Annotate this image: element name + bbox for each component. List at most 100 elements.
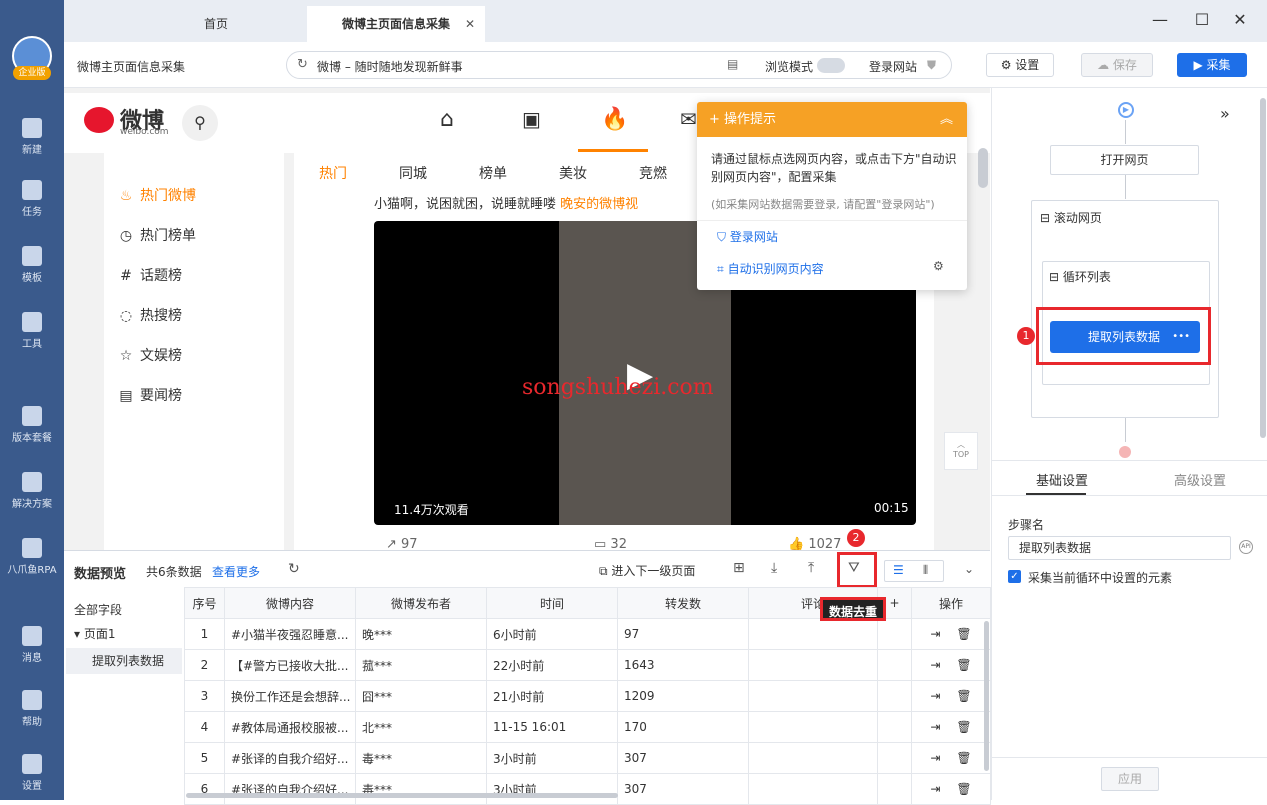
settings-button[interactable]: ⚙ 设置 bbox=[986, 53, 1054, 77]
hot-icon[interactable]: 🔥 bbox=[601, 107, 628, 132]
delete-icon[interactable]: 🗑 bbox=[956, 627, 971, 641]
tab-basic-settings[interactable]: 基础设置 bbox=[1036, 470, 1088, 489]
apply-button[interactable]: 应用 bbox=[1101, 767, 1159, 791]
next-level-button[interactable]: ⧉ 进入下一级页面 bbox=[599, 562, 695, 579]
hint-login-link[interactable]: ⛉ 登录网站 bbox=[717, 228, 778, 245]
close-icon[interactable]: ✕ bbox=[465, 6, 475, 42]
rail-item-rpa[interactable]: 八爪鱼RPA bbox=[0, 538, 64, 576]
rail-item-plans[interactable]: 版本套餐 bbox=[0, 406, 64, 444]
subtab-beauty[interactable]: 美妆 bbox=[559, 163, 587, 183]
collect-button[interactable]: ▶ 采集 bbox=[1177, 53, 1247, 77]
refresh-icon[interactable]: ↻ bbox=[297, 57, 308, 72]
open-link-icon[interactable]: ⇥ bbox=[930, 782, 940, 796]
tree-extract-step[interactable]: 提取列表数据 bbox=[66, 648, 182, 674]
comment-count[interactable]: ▭ 32 bbox=[594, 537, 627, 550]
subtab-hot[interactable]: 热门 bbox=[319, 163, 347, 183]
filter-dedupe-icon[interactable]: ⛛ bbox=[848, 560, 860, 576]
view-more-link[interactable]: 查看更多 bbox=[212, 563, 260, 580]
rail-item-help[interactable]: 帮助 bbox=[0, 690, 64, 728]
back-to-top-button[interactable]: ︿ TOP bbox=[944, 432, 978, 470]
tab-task[interactable]: 微博主页面信息采集 ✕ bbox=[307, 6, 485, 42]
repost-count[interactable]: ↗ 97 bbox=[386, 537, 418, 550]
rail-item-new[interactable]: 新建 bbox=[0, 118, 64, 156]
expand-panel-icon[interactable]: » bbox=[1220, 104, 1230, 123]
open-link-icon[interactable]: ⇥ bbox=[930, 751, 940, 765]
side-entertainment[interactable]: ☆ 文娱榜 bbox=[118, 345, 182, 365]
save-button[interactable]: ☁ 保存 bbox=[1081, 53, 1153, 77]
hint-auto-detect-link[interactable]: ⌗ 自动识别网页内容 bbox=[717, 260, 824, 277]
maximize-icon[interactable]: ☐ bbox=[1190, 8, 1214, 32]
add-field-icon[interactable]: ⊞ bbox=[733, 560, 745, 576]
open-link-icon[interactable]: ⇥ bbox=[930, 720, 940, 734]
page-scrollbar[interactable] bbox=[978, 148, 988, 188]
step-loop-list[interactable]: ⊟ 循环列表 bbox=[1049, 268, 1111, 285]
table-row[interactable]: 4 #教体局通报校服被... 北*** 11-15 16:01 170 ⇥ 🗑 bbox=[184, 711, 991, 743]
home-icon[interactable]: ⌂ bbox=[440, 107, 454, 132]
import-icon[interactable]: ⤓ bbox=[771, 560, 777, 576]
col-header-reposts[interactable]: 转发数 bbox=[617, 587, 749, 619]
open-link-icon[interactable]: ⇥ bbox=[930, 627, 940, 641]
side-news[interactable]: ▤ 要闻榜 bbox=[118, 385, 182, 405]
step-scroll-page[interactable]: ⊟ 滚动网页 bbox=[1040, 209, 1102, 226]
side-topic[interactable]: # 话题榜 bbox=[118, 265, 182, 285]
tree-all-fields[interactable]: 全部字段 bbox=[74, 601, 122, 618]
tree-page1[interactable]: ▾ 页面1 bbox=[74, 625, 115, 642]
side-hot-list[interactable]: ◷ 热门榜单 bbox=[118, 225, 196, 245]
open-link-icon[interactable]: ⇥ bbox=[930, 658, 940, 672]
list-view-icon[interactable]: ☰ bbox=[893, 563, 904, 577]
minimize-icon[interactable]: — bbox=[1148, 8, 1172, 32]
subtab-sports[interactable]: 竞燃 bbox=[639, 163, 667, 183]
rail-item-messages[interactable]: 消息 bbox=[0, 626, 64, 664]
hint-note: (如采集网站数据需要登录, 请配置"登录网站") bbox=[711, 198, 935, 211]
address-bar[interactable]: ↻ 微博 – 随时随地发现新鲜事 ▤ 浏览模式 登录网站 ⛊ bbox=[286, 51, 952, 79]
rail-item-task[interactable]: 任务 bbox=[0, 180, 64, 218]
table-scrollbar[interactable] bbox=[984, 621, 989, 771]
tab-home[interactable]: 首页 bbox=[128, 6, 304, 42]
gear-icon[interactable]: ⚙ bbox=[933, 259, 944, 273]
step-open-page[interactable]: 打开网页 bbox=[1050, 145, 1199, 175]
col-header-author[interactable]: 微博发布者 bbox=[355, 587, 487, 619]
rail-item-tools[interactable]: 工具 bbox=[0, 312, 64, 350]
delete-icon[interactable]: 🗑 bbox=[956, 689, 971, 703]
chevron-down-icon[interactable]: ⌄ bbox=[964, 562, 974, 576]
side-hot-weibo[interactable]: ♨ 热门微博 bbox=[118, 185, 196, 205]
tab-advanced-settings[interactable]: 高级设置 bbox=[1174, 470, 1226, 489]
open-link-icon[interactable]: ⇥ bbox=[930, 689, 940, 703]
delete-icon[interactable]: 🗑 bbox=[956, 720, 971, 734]
refresh-icon[interactable]: ↻ bbox=[288, 561, 300, 577]
subtab-rank[interactable]: 榜单 bbox=[479, 163, 507, 183]
post-link[interactable]: 晚安的微博视 bbox=[560, 197, 638, 212]
step-extract-list[interactable]: 提取列表数据 ••• bbox=[1050, 321, 1200, 353]
col-header-content[interactable]: 微博内容 bbox=[224, 587, 356, 619]
delete-icon[interactable]: 🗑 bbox=[956, 751, 971, 765]
delete-icon[interactable]: 🗑 bbox=[956, 782, 971, 796]
col-header-index[interactable]: 序号 bbox=[184, 587, 225, 619]
table-row[interactable]: 3 换份工作还是会想辞... 囧*** 21小时前 1209 ⇥ 🗑 bbox=[184, 680, 991, 712]
api-icon[interactable]: API bbox=[1239, 540, 1253, 554]
subtab-local[interactable]: 同城 bbox=[399, 163, 427, 183]
mail-icon[interactable]: ✉ bbox=[680, 107, 697, 131]
login-site-link[interactable]: 登录网站 bbox=[869, 58, 917, 75]
delete-icon[interactable]: 🗑 bbox=[956, 658, 971, 672]
rail-item-solutions[interactable]: 解决方案 bbox=[0, 472, 64, 510]
window-close-icon[interactable]: ✕ bbox=[1228, 8, 1252, 32]
page-icon[interactable]: ▤ bbox=[727, 57, 738, 71]
collect-current-checkbox[interactable]: ✓ bbox=[1008, 570, 1021, 583]
collapse-icon[interactable]: ︽ bbox=[940, 102, 953, 137]
column-view-icon[interactable]: ⫴ bbox=[923, 563, 928, 578]
rail-item-template[interactable]: 模板 bbox=[0, 246, 64, 284]
flow-scrollbar[interactable] bbox=[1260, 98, 1266, 438]
table-row[interactable]: 5 #张译的自我介绍好... 毒*** 3小时前 307 ⇥ 🗑 bbox=[184, 742, 991, 774]
col-header-time[interactable]: 时间 bbox=[486, 587, 618, 619]
step-name-field[interactable]: 提取列表数据 bbox=[1008, 536, 1231, 560]
rail-item-settings[interactable]: 设置 bbox=[0, 754, 64, 792]
more-icon[interactable]: ••• bbox=[1172, 321, 1190, 353]
export-icon[interactable]: ⤒ bbox=[808, 560, 814, 576]
table-row[interactable]: 2 【#警方已接收大批... 菰*** 22小时前 1643 ⇥ 🗑 bbox=[184, 649, 991, 681]
video-icon[interactable]: ▣ bbox=[522, 107, 541, 131]
search-icon[interactable]: ⚲ bbox=[182, 105, 218, 141]
table-h-scrollbar[interactable] bbox=[186, 793, 618, 798]
like-count[interactable]: 👍 1027 bbox=[788, 537, 841, 550]
side-hot-search[interactable]: ◌ 热搜榜 bbox=[118, 305, 182, 325]
browse-mode-toggle[interactable] bbox=[817, 58, 845, 73]
